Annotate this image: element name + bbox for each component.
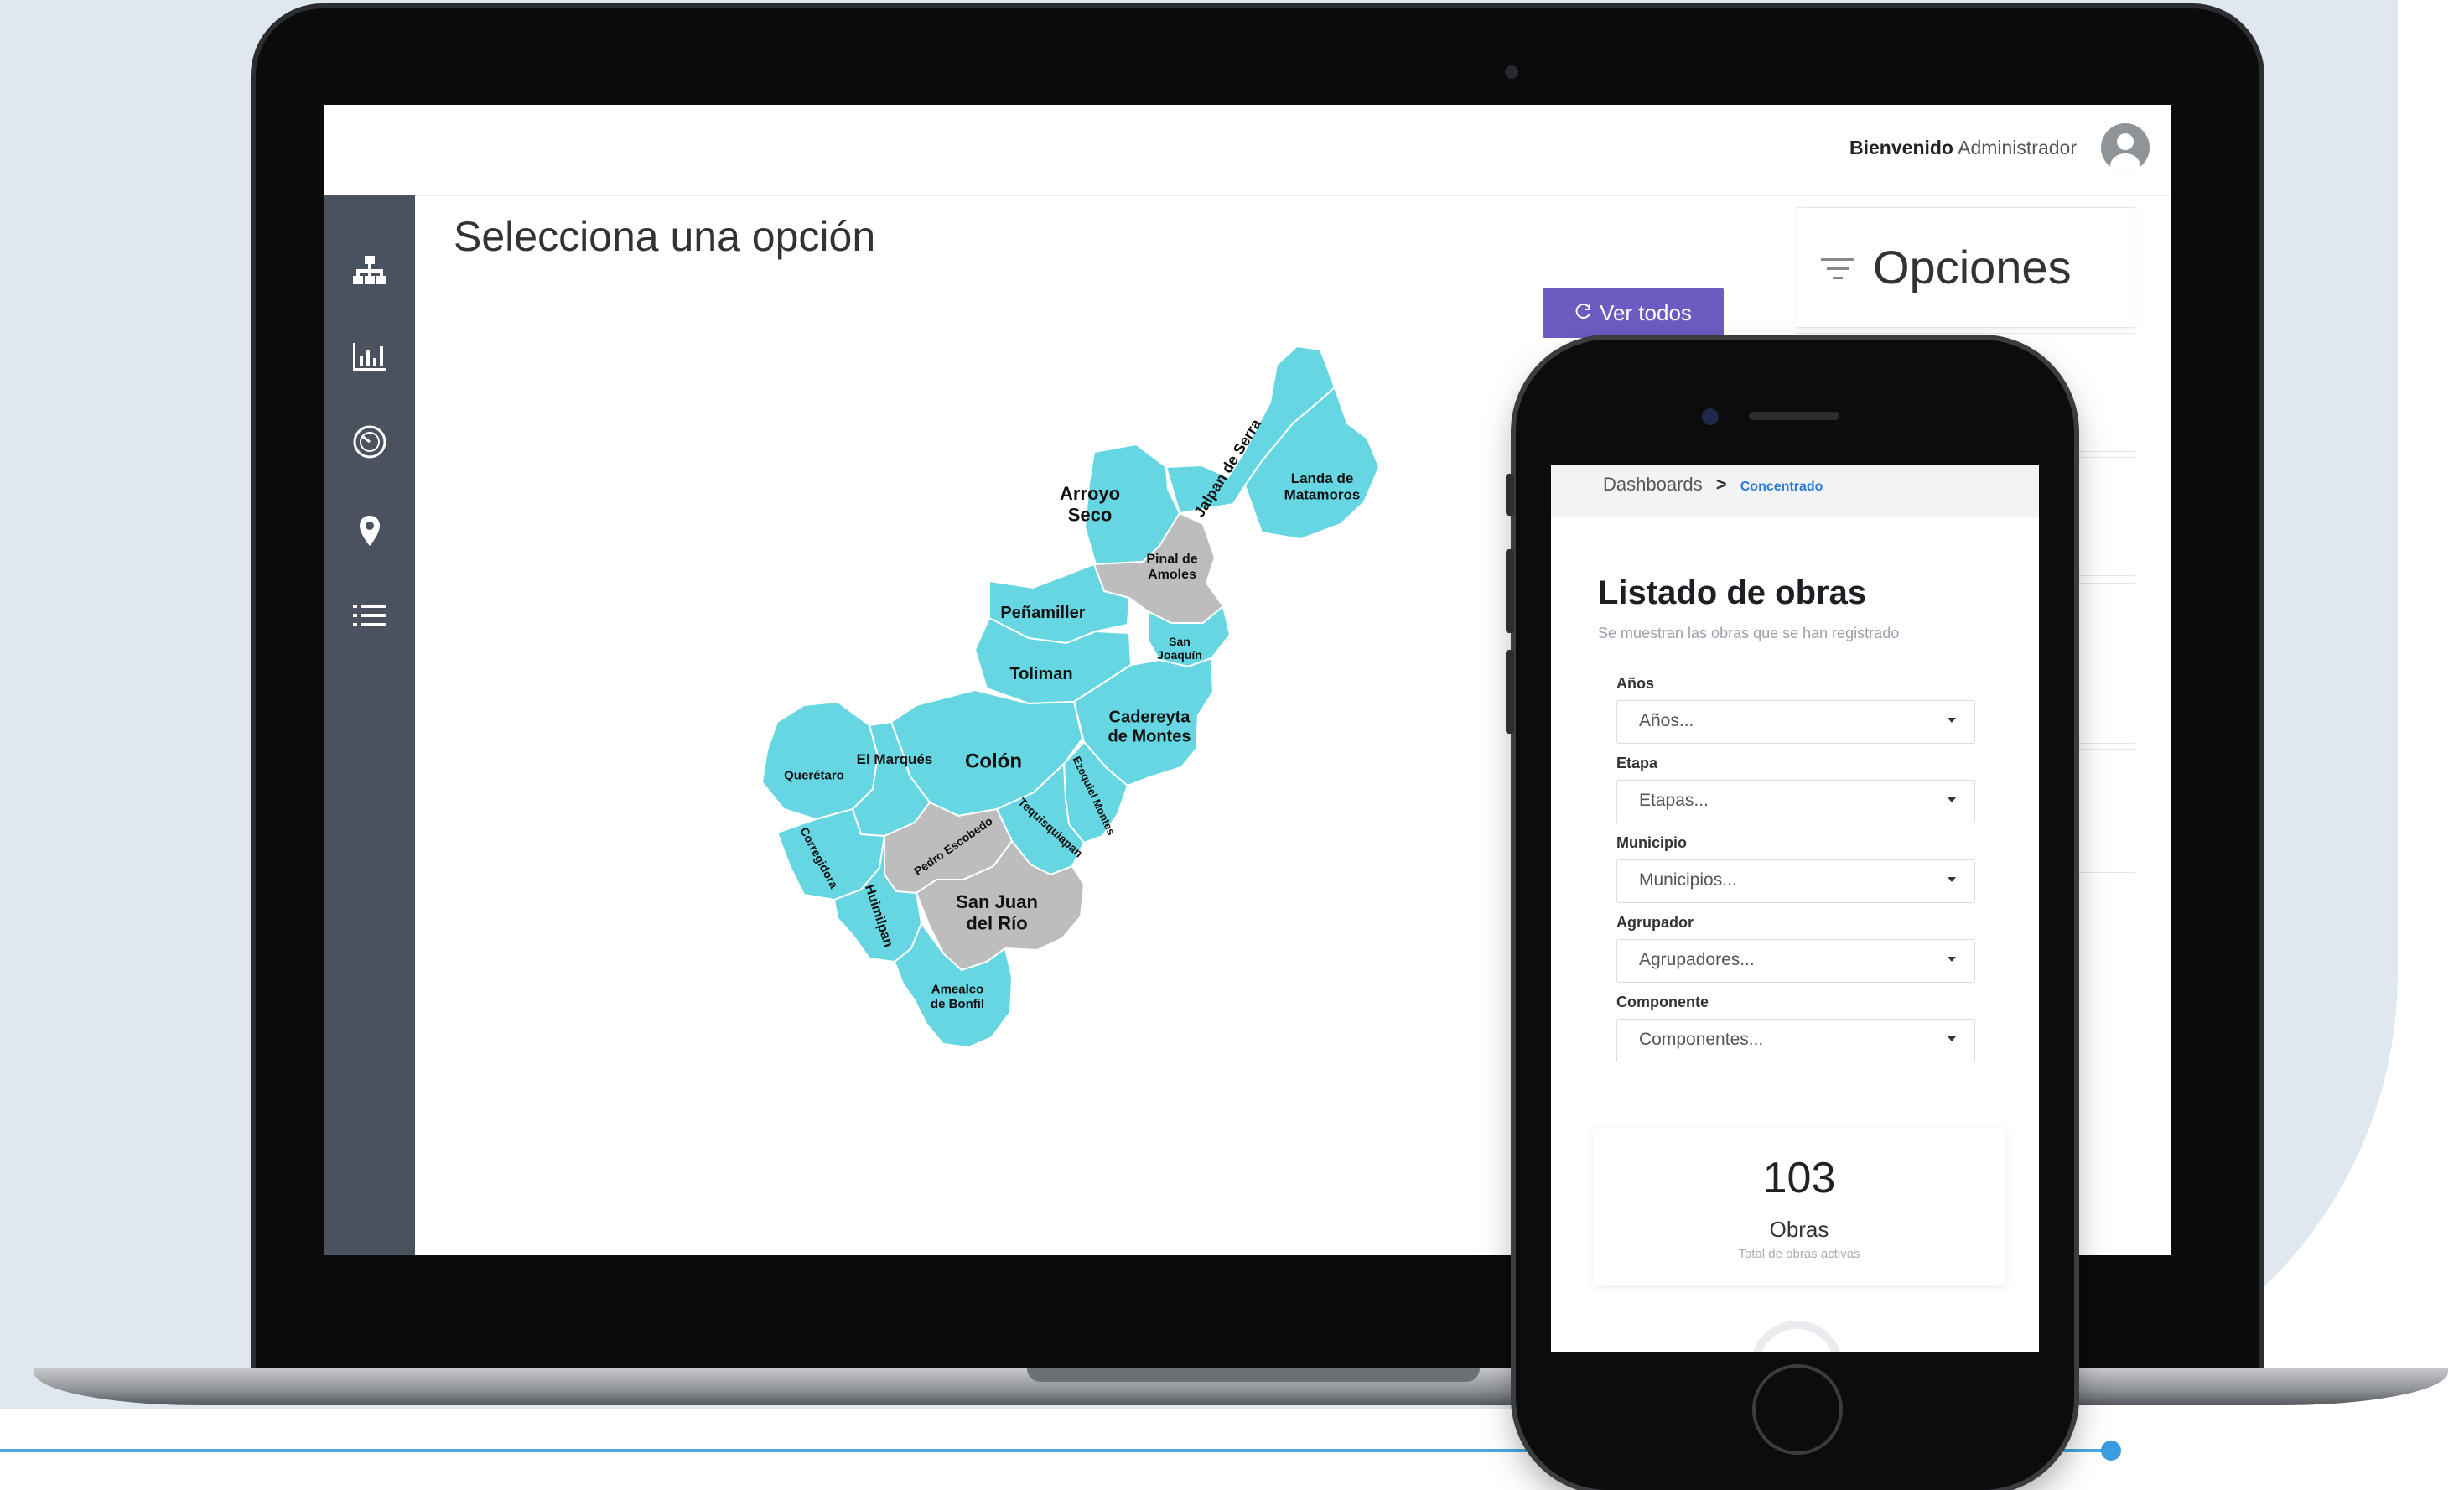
gauge-chart (1751, 1321, 1843, 1352)
decorative-dot (2101, 1441, 2121, 1461)
phone-speaker (1749, 412, 1839, 420)
obras-count: 103 (1762, 1154, 1836, 1202)
phone-mute-switch (1506, 474, 1514, 516)
anos-select[interactable]: Años... (1616, 700, 1975, 744)
map-label-amealco-de-bonfil: Amealco de Bonfil (931, 983, 984, 1011)
map-label-san-juan-del-rio: San Juan del Río (956, 891, 1038, 933)
map-label-pinal-de-amoles: Pinal de Amoles (1146, 552, 1197, 581)
options-card: Opciones (1797, 207, 2135, 328)
filter-label-agrupador: Agrupador (1616, 914, 1694, 931)
agrupador-select[interactable]: Agrupadores... (1616, 939, 1975, 983)
map-label-penamiller: Peñamiller (1000, 604, 1085, 622)
list-title: Listado de obras (1598, 574, 1867, 611)
componente-select[interactable]: Componentes... (1616, 1019, 1975, 1062)
map-label-cadereyta-de-montes: Cadereyta de Montes (1108, 709, 1191, 746)
breadcrumb-root[interactable]: Dashboards (1603, 474, 1703, 495)
phone-screen: Dashboards > Concentrado Listado de obra… (1551, 465, 2039, 1352)
phone-home-button (1752, 1364, 1843, 1455)
map-label-queretaro: Querétaro (784, 768, 844, 782)
map-label-colon: Colón (965, 750, 1022, 772)
breadcrumb-separator: > (1715, 474, 1727, 495)
obras-label: Obras (1769, 1217, 1829, 1242)
municipio-select[interactable]: Municipios... (1616, 859, 1975, 903)
map-label-el-marques: El Marqués (857, 751, 933, 767)
list-subtitle: Se muestran las obras que se han registr… (1598, 625, 1900, 641)
options-title: Opciones (1873, 241, 2072, 293)
map-label-toliman: Toliman (1009, 665, 1072, 683)
filter-label-etapa: Etapa (1616, 755, 1658, 771)
filter-label-municipio: Municipio (1616, 834, 1687, 851)
breadcrumb: Dashboards > Concentrado (1551, 465, 2039, 517)
refresh-icon (1574, 300, 1593, 326)
ver-todos-label: Ver todos (1600, 299, 1692, 325)
map-label-arroyo-seco: Arroyo Seco (1060, 483, 1120, 525)
caret-down-icon (1948, 1036, 1956, 1041)
filter-label-componente: Componente (1616, 994, 1709, 1010)
filter-icon (1821, 258, 1854, 279)
obras-sublabel: Total de obras activas (1738, 1247, 1860, 1261)
map-label-landa-de-matamoros: Landa de Matamoros (1284, 470, 1361, 503)
filter-label-anos: Años (1616, 675, 1654, 692)
caret-down-icon (1948, 957, 1956, 962)
map-region-landa-de-matamoros[interactable] (1243, 386, 1381, 541)
obras-stat-card: 103 Obras Total de obras activas (1593, 1128, 2005, 1285)
caret-down-icon (1948, 718, 1956, 723)
caret-down-icon (1948, 877, 1956, 882)
phone-volume-down (1506, 650, 1514, 734)
laptop-camera (1505, 65, 1518, 79)
phone-volume-up (1506, 549, 1514, 633)
etapa-select[interactable]: Etapas... (1616, 780, 1975, 823)
phone-frame: Dashboards > Concentrado Listado de obra… (1506, 340, 2074, 1490)
phone-camera (1702, 408, 1719, 425)
caret-down-icon (1948, 797, 1956, 802)
ver-todos-button[interactable]: Ver todos (1543, 288, 1724, 338)
breadcrumb-current[interactable]: Concentrado (1740, 480, 1823, 494)
laptop-notch (1027, 1368, 1480, 1382)
